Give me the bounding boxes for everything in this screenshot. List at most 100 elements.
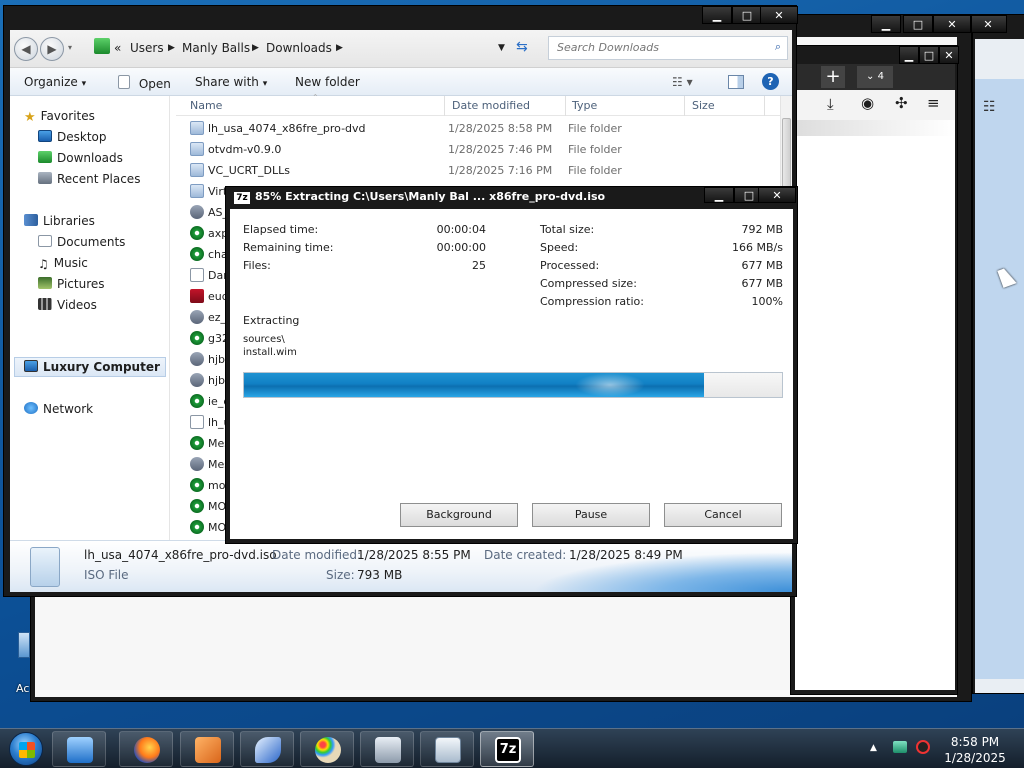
file-row[interactable]: lh_usa_4074_x86fre_pro-dvd 1/28/2025 8:58…	[176, 118, 780, 139]
network-tray-icon[interactable]	[893, 741, 907, 753]
taskbar-box-app[interactable]	[180, 731, 234, 767]
browser-tabbar: + ⌄ 4	[795, 64, 955, 90]
taskbar-firefox[interactable]	[119, 731, 173, 767]
column-divider[interactable]	[565, 96, 566, 116]
maximize-button[interactable]: □	[919, 46, 939, 64]
taskbar-7zip[interactable]: 7z	[480, 731, 534, 767]
nav-music[interactable]: ♫ Music	[38, 256, 88, 271]
clock-date: 1/28/2025	[944, 751, 1006, 765]
breadcrumb-separator-icon[interactable]: ▶	[336, 43, 343, 53]
nav-videos-label: Videos	[57, 298, 97, 312]
navigation-pane: ★ Favorites Desktop Downloads Recent Plac…	[10, 96, 170, 540]
view-options-icon[interactable]: ☷ ▾	[672, 75, 693, 89]
history-dropdown-icon[interactable]: ▾	[68, 43, 72, 52]
extraction-dialog[interactable]: 7z 85% Extracting C:\Users\Manly Bal ... …	[225, 186, 798, 544]
nav-pictures-label: Pictures	[57, 277, 105, 291]
taskbar-feather-app[interactable]	[240, 731, 294, 767]
nav-favorites[interactable]: ★ Favorites	[24, 109, 95, 125]
preview-pane-icon[interactable]	[728, 75, 744, 89]
cancel-button[interactable]: Cancel	[664, 503, 782, 527]
breadcrumb-user[interactable]: Manly Balls	[182, 41, 250, 55]
close-button[interactable]: ✕	[933, 15, 971, 33]
minimize-button[interactable]: ▁	[899, 46, 919, 64]
paint-icon	[315, 737, 341, 763]
breadcrumb-users[interactable]: Users	[130, 41, 164, 55]
background-window-right[interactable]: ✕ ☷	[969, 14, 1024, 694]
download-icon[interactable]: ⤓	[827, 95, 834, 113]
address-dropdown-icon[interactable]: ▼	[498, 43, 505, 53]
nav-computer[interactable]: Luxury Computer	[24, 360, 160, 374]
close-button[interactable]: ✕	[969, 15, 1007, 33]
app-icon	[190, 478, 204, 492]
column-divider[interactable]	[764, 96, 765, 116]
forward-button[interactable]: ▶	[40, 37, 64, 61]
installer-icon	[190, 205, 204, 219]
nav-network[interactable]: Network	[24, 402, 93, 416]
new-folder-button[interactable]: New folder	[295, 75, 360, 89]
column-type[interactable]: Type	[572, 99, 597, 112]
minimize-button[interactable]: ▁	[871, 15, 901, 33]
back-button[interactable]: ◀	[14, 37, 38, 61]
show-hidden-icons-icon[interactable]: ▲	[870, 743, 877, 753]
clock[interactable]: 8:58 PM 1/28/2025	[930, 735, 1020, 765]
close-button[interactable]: ✕	[939, 46, 959, 64]
search-icon[interactable]: ⌕	[775, 40, 781, 54]
breadcrumb-prefix[interactable]: «	[114, 41, 121, 55]
breadcrumb-separator-icon[interactable]: ▶	[252, 43, 259, 53]
remaining-time-label: Remaining time:	[243, 241, 334, 254]
breadcrumb-downloads[interactable]: Downloads	[266, 41, 332, 55]
close-button[interactable]: ✕	[760, 6, 798, 24]
view-icon: ☷	[983, 99, 996, 115]
back-arrow-icon: ◀	[21, 42, 31, 56]
column-size[interactable]: Size	[692, 99, 715, 112]
column-date-modified[interactable]: Date modified	[452, 99, 530, 112]
nav-libraries[interactable]: Libraries	[24, 214, 95, 228]
computer-icon	[375, 737, 401, 763]
refresh-icon[interactable]: ⇆	[516, 39, 528, 55]
elapsed-time-value: 00:00:04	[436, 223, 486, 236]
security-tray-icon[interactable]	[916, 740, 930, 754]
file-row[interactable]: otvdm-v0.9.0 1/28/2025 7:46 PM File folder	[176, 139, 780, 160]
account-icon[interactable]: ◉	[861, 94, 874, 112]
minimize-button[interactable]: ▁	[702, 6, 732, 24]
maximize-button[interactable]: □	[903, 15, 933, 33]
nav-videos[interactable]: Videos	[38, 298, 97, 312]
background-button[interactable]: Background	[400, 503, 518, 527]
pause-button[interactable]: Pause	[532, 503, 650, 527]
browser-window[interactable]: ▁ □ ✕ + ⌄ 4 ⤓ ◉ ✣ ≡	[790, 45, 959, 695]
taskbar-paint[interactable]	[300, 731, 354, 767]
nav-desktop[interactable]: Desktop	[38, 130, 107, 144]
nav-computer-label: Luxury Computer	[43, 360, 160, 374]
close-button[interactable]: ✕	[758, 187, 796, 203]
app-icon	[190, 436, 204, 450]
nav-downloads[interactable]: Downloads	[38, 151, 123, 165]
taskbar-computer[interactable]	[360, 731, 414, 767]
column-divider[interactable]	[684, 96, 685, 116]
breadcrumb-separator-icon[interactable]: ▶	[168, 43, 175, 53]
open-button[interactable]: Open	[118, 75, 171, 91]
search-input[interactable]: Search Downloads ⌕	[548, 36, 788, 60]
compression-ratio-value: 100%	[751, 295, 783, 308]
menu-icon[interactable]: ≡	[927, 94, 940, 112]
tab-list-button[interactable]: ⌄ 4	[857, 66, 893, 88]
nav-documents[interactable]: Documents	[38, 235, 125, 249]
taskbar-explorer[interactable]	[420, 731, 474, 767]
column-divider[interactable]	[444, 96, 445, 116]
nav-recent-places[interactable]: Recent Places	[38, 172, 140, 186]
share-with-button[interactable]: Share with ▾	[195, 75, 267, 89]
processed-value: 677 MB	[741, 259, 783, 272]
taskbar-file-manager[interactable]	[52, 731, 106, 767]
file-row[interactable]: VC_UCRT_DLLs 1/28/2025 7:16 PM File folder	[176, 160, 780, 181]
column-name[interactable]: Name	[190, 99, 222, 112]
nav-pictures[interactable]: Pictures	[38, 277, 105, 291]
organize-button[interactable]: Organize ▾	[24, 75, 86, 89]
start-button[interactable]	[9, 732, 43, 766]
extension-icon[interactable]: ✣	[895, 94, 908, 112]
browser-content	[795, 120, 955, 690]
maximize-button[interactable]: □	[732, 6, 762, 24]
help-icon[interactable]: ?	[762, 73, 779, 90]
desktop-shortcut[interactable]: Ac	[14, 632, 36, 695]
total-size-label: Total size:	[540, 223, 595, 236]
new-tab-icon[interactable]: +	[821, 66, 845, 88]
minimize-button[interactable]: ▁	[704, 187, 734, 203]
